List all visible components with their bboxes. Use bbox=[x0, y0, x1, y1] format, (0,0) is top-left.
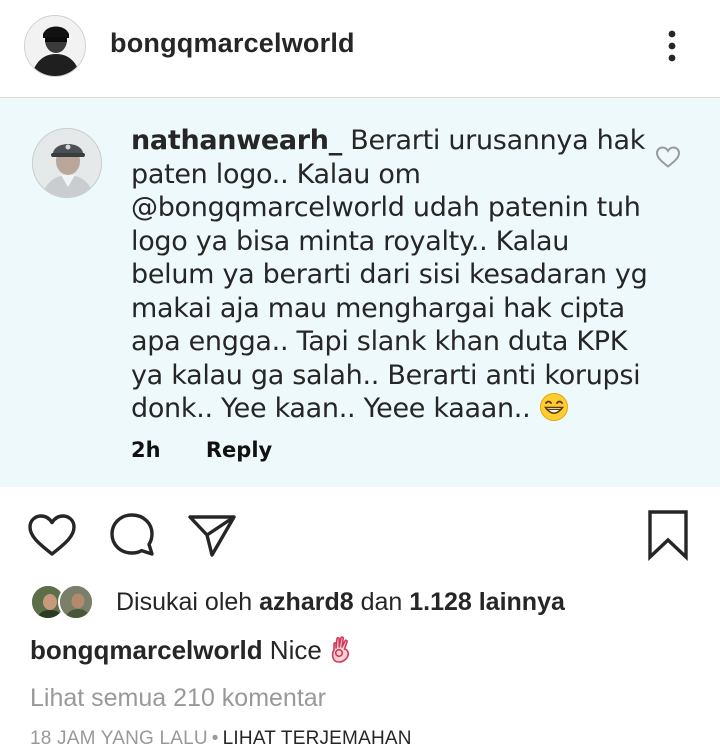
post-author-username[interactable]: bongqmarcelworld bbox=[110, 28, 355, 59]
like-button[interactable] bbox=[26, 509, 78, 561]
more-vertical-icon bbox=[668, 30, 676, 62]
likes-count[interactable]: 1.128 lainnya bbox=[409, 588, 565, 616]
caption-username[interactable]: bongqmarcelworld bbox=[30, 635, 263, 665]
paper-plane-icon bbox=[188, 515, 236, 557]
share-button[interactable] bbox=[186, 509, 238, 561]
post-time-ago: 18 JAM YANG LALU bbox=[30, 728, 208, 749]
comment-bubble-icon bbox=[110, 513, 154, 556]
comment-meta: 2h Reply bbox=[131, 438, 272, 462]
likes-summary[interactable]: Disukai oleh azhard8 dan 1.128 lainnya bbox=[30, 584, 710, 624]
likes-text: Disukai oleh azhard8 dan 1.128 lainnya bbox=[116, 588, 565, 616]
see-translation-link[interactable]: LIHAT TERJEMAHAN bbox=[223, 728, 412, 749]
separator-dot: • bbox=[211, 728, 219, 749]
commenter-username[interactable]: nathanwearh_ bbox=[131, 125, 342, 156]
caption-text: Nice bbox=[262, 635, 322, 665]
avatar-image bbox=[60, 586, 92, 618]
view-all-comments-link[interactable]: Lihat semua 210 komentar bbox=[30, 684, 326, 713]
comment-text: nathanwearh_ Berarti urusannya hak paten… bbox=[131, 124, 651, 426]
grinning-face-emoji-icon bbox=[539, 393, 568, 421]
post-action-bar bbox=[0, 487, 720, 577]
comment-timestamp: 2h bbox=[131, 438, 161, 462]
ok-hand-emoji-icon bbox=[331, 636, 349, 663]
post-author-avatar[interactable] bbox=[24, 15, 86, 77]
comment-button[interactable] bbox=[106, 509, 158, 561]
more-options-button[interactable] bbox=[660, 26, 684, 66]
comment-body: Berarti urusannya hak paten logo.. Kalau… bbox=[131, 125, 648, 424]
post-caption: bongqmarcelworld Nice bbox=[30, 634, 356, 666]
avatar-image bbox=[33, 129, 101, 197]
avatar-image bbox=[25, 16, 85, 76]
post-header: bongqmarcelworld bbox=[0, 0, 720, 98]
commenter-avatar[interactable] bbox=[32, 128, 102, 198]
save-button[interactable] bbox=[642, 509, 694, 561]
liker-username[interactable]: azhard8 bbox=[259, 588, 353, 616]
comment-like-button[interactable] bbox=[655, 145, 681, 169]
post-footer: 18 JAM YANG LALU • LIHAT TERJEMAHAN bbox=[30, 728, 412, 750]
bookmark-icon bbox=[648, 510, 688, 561]
liker-avatar bbox=[58, 584, 94, 620]
heart-icon bbox=[28, 514, 76, 556]
comment-panel: nathanwearh_ Berarti urusannya hak paten… bbox=[0, 98, 720, 487]
heart-outline-icon bbox=[655, 146, 681, 168]
reply-button[interactable]: Reply bbox=[206, 438, 272, 462]
